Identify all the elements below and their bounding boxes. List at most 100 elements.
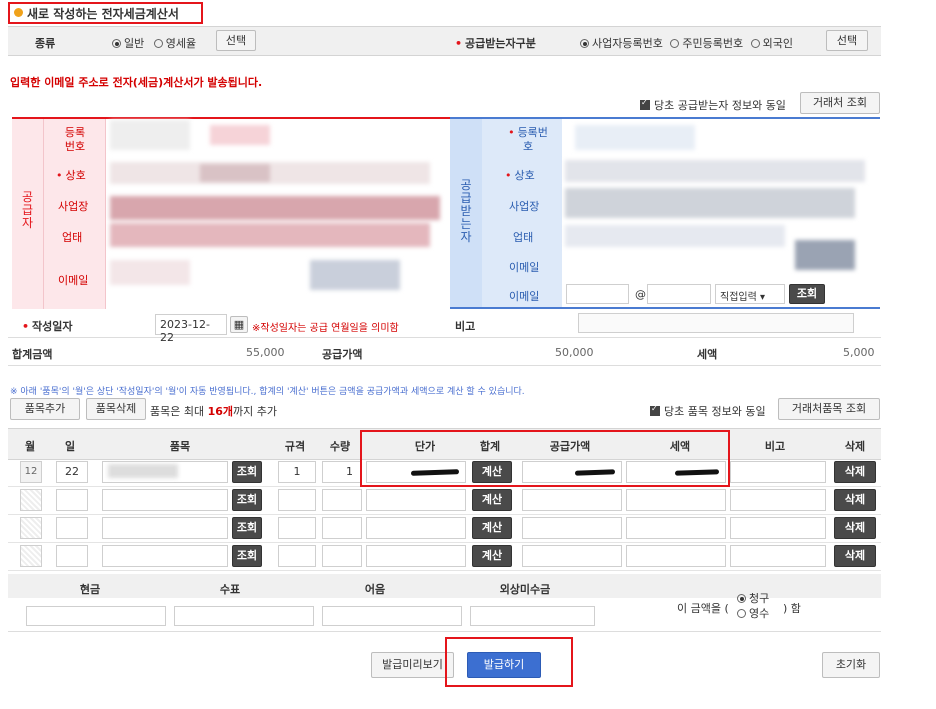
receiver-type-options: 사업자등록번호 주민등록번호 외국인 (580, 35, 793, 51)
receiver-biz-label: 업태 (513, 231, 534, 244)
item-delete-button[interactable]: 삭제 (834, 489, 876, 511)
item-memo-input[interactable] (730, 489, 826, 511)
total-sum-value: 55,000 (246, 346, 285, 359)
supply-label: 공급가액 (322, 348, 363, 361)
cash-input[interactable] (26, 606, 166, 626)
item-name-redacted (108, 464, 178, 478)
page-title: 새로 작성하는 전자세금계산서 (27, 7, 179, 21)
supply-value: 50,000 (555, 346, 594, 359)
agree-items-checkbox[interactable]: 당초 품목 정보와 동일 (650, 403, 766, 419)
item-memo-input[interactable] (730, 461, 826, 483)
item-day-input[interactable] (56, 489, 88, 511)
supplier-addr-label: 사업장 (58, 200, 89, 213)
check-input[interactable] (174, 606, 314, 626)
items-notice: ※ 아래 '품목'의 '월'은 상단 '작성일자'의 '월'이 자동 반영됩니다… (10, 387, 525, 397)
item-lookup-button[interactable]: 조회 (232, 517, 262, 539)
item-lookup-button[interactable]: 조회 (232, 489, 262, 511)
item-month-input[interactable] (20, 517, 42, 539)
item-price-input[interactable] (366, 517, 466, 539)
receiver-select-button[interactable]: 선택 (826, 30, 868, 51)
item-delete-button[interactable]: 삭제 (834, 461, 876, 483)
item-qty-input[interactable] (322, 489, 362, 511)
item-month-input[interactable]: 12 (20, 461, 42, 483)
check-label: 수표 (219, 583, 241, 596)
tax-label: 세액 (697, 348, 718, 361)
item-calc-button[interactable]: 계산 (472, 489, 512, 511)
delete-item-button[interactable]: 품목삭제 (86, 398, 146, 420)
item-qty-input[interactable] (322, 517, 362, 539)
item-name-input[interactable] (102, 489, 228, 511)
radio-general[interactable]: 일반 (112, 37, 144, 50)
col-spec: 규격 (284, 440, 306, 453)
receiver-type-label: • 공급받는자구분 (455, 37, 536, 50)
title-bullet-icon (14, 8, 23, 17)
item-delete-button[interactable]: 삭제 (834, 545, 876, 567)
calendar-icon[interactable]: ▦ (230, 316, 248, 333)
type-options: 일반 영세율 (112, 35, 196, 51)
item-name-input[interactable] (102, 545, 228, 567)
item-qty-input[interactable]: 1 (322, 461, 362, 483)
item-memo-input[interactable] (730, 517, 826, 539)
item-name-input[interactable] (102, 517, 228, 539)
item-calc-button[interactable]: 계산 (472, 517, 512, 539)
supplier-biz-label: 업태 (62, 231, 83, 244)
item-tax-input[interactable] (626, 517, 726, 539)
credit-input[interactable] (470, 606, 595, 626)
item-delete-button[interactable]: 삭제 (834, 517, 876, 539)
item-lookup-button[interactable]: 조회 (232, 545, 262, 567)
type-select-button[interactable]: 선택 (216, 30, 256, 51)
item-spec-input[interactable] (278, 489, 316, 511)
memo-input[interactable] (578, 313, 854, 333)
email-notice: 입력한 이메일 주소로 전자(세금)계산서가 발송됩니다. (10, 76, 263, 89)
item-supply-input[interactable] (522, 517, 622, 539)
item-price-input[interactable] (366, 545, 466, 567)
item-spec-input[interactable] (278, 545, 316, 567)
col-day: 일 (64, 440, 76, 453)
radio-foreigner[interactable]: 외국인 (750, 37, 793, 50)
radio-receipt[interactable]: 영수 (737, 605, 769, 621)
date-note: ※작성일자는 공급 연월일을 의미함 (252, 323, 399, 334)
item-calc-button[interactable]: 계산 (472, 545, 512, 567)
receiver-email-domain-select[interactable]: 직접입력 ▾ (715, 284, 785, 304)
receiver-email-lookup-button[interactable]: 조회 (789, 284, 825, 304)
radio-resident-no[interactable]: 주민등록번호 (670, 37, 743, 50)
item-memo-input[interactable] (730, 545, 826, 567)
item-spec-input[interactable] (278, 517, 316, 539)
cash-label: 현금 (79, 583, 101, 596)
item-day-input[interactable] (56, 517, 88, 539)
issue-button[interactable]: 발급하기 (467, 652, 541, 678)
col-delete: 삭제 (844, 440, 866, 453)
radio-biz-no[interactable]: 사업자등록번호 (580, 37, 663, 50)
item-tax-input[interactable] (626, 489, 726, 511)
note-input[interactable] (322, 606, 462, 626)
radio-zero-rate[interactable]: 영세율 (153, 37, 196, 50)
col-item: 품목 (169, 440, 191, 453)
radio-claim[interactable]: 청구 (737, 590, 769, 606)
item-day-input[interactable] (56, 545, 88, 567)
partner-lookup-button[interactable]: 거래처 조회 (800, 92, 880, 114)
receiver-email2-label: 이메일 (509, 290, 540, 303)
agree-receiver-checkbox[interactable]: 당초 공급받는자 정보와 동일 (640, 97, 786, 113)
item-qty-input[interactable] (322, 545, 362, 567)
add-item-button[interactable]: 품목추가 (10, 398, 80, 420)
receiver-email-id-input[interactable] (566, 284, 629, 304)
partner-item-lookup-button[interactable]: 거래처품목 조회 (778, 398, 880, 420)
receiver-addr-label: 사업장 (509, 200, 540, 213)
item-month-input[interactable] (20, 489, 42, 511)
item-spec-input[interactable]: 1 (278, 461, 316, 483)
receiver-email1-label: 이메일 (509, 261, 540, 274)
item-price-input[interactable] (366, 489, 466, 511)
date-input[interactable]: 2023-12-22 (155, 314, 227, 344)
item-supply-input[interactable] (522, 545, 622, 567)
item-day-input[interactable]: 22 (56, 461, 88, 483)
items-max-note: 품목은 최대 16개까지 추가 (150, 405, 278, 418)
totals-row (8, 340, 881, 366)
preview-button[interactable]: 발급미리보기 (371, 652, 454, 678)
item-supply-input[interactable] (522, 489, 622, 511)
item-tax-input[interactable] (626, 545, 726, 567)
item-lookup-button[interactable]: 조회 (232, 461, 262, 483)
supplier-redacted (110, 120, 440, 305)
receiver-email-domain-input[interactable] (647, 284, 711, 304)
item-month-input[interactable] (20, 545, 42, 567)
reset-button[interactable]: 초기화 (822, 652, 880, 678)
